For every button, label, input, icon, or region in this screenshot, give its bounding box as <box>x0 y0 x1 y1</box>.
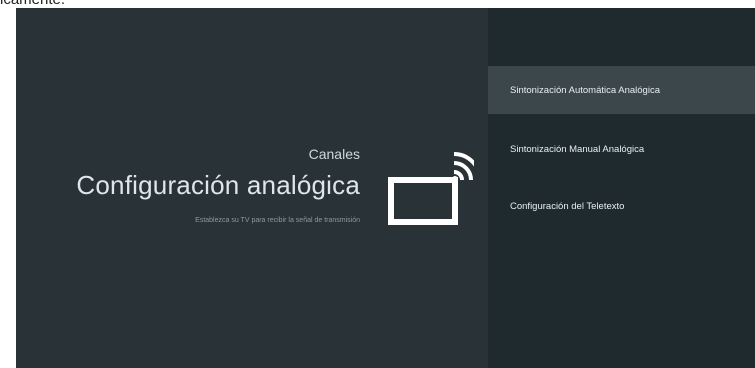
menu-item-manual-analog-tuning[interactable]: Sintonización Manual Analógica <box>488 125 755 173</box>
settings-menu-pane: Sintonización Automática Analógica Sinto… <box>488 8 755 368</box>
menu-item-label: Sintonización Manual Analógica <box>510 143 645 155</box>
menu-item-auto-analog-tuning[interactable]: Sintonización Automática Analógica <box>488 66 755 114</box>
section-label: Canales <box>308 146 360 162</box>
menu-item-teletext-settings[interactable]: Configuración del Teletexto <box>488 182 755 230</box>
tv-settings-screen: Canales Configuración analógica Establez… <box>16 8 755 368</box>
page-subtitle: Establezca su TV para recibir la señal d… <box>195 217 360 224</box>
page-title: Configuración analógica <box>76 170 360 200</box>
menu-item-label: Configuración del Teletexto <box>510 200 625 212</box>
menu-item-label: Sintonización Automática Analógica <box>510 84 660 96</box>
cast-tv-icon <box>384 148 482 243</box>
settings-header-pane: Canales Configuración analógica Establez… <box>16 8 488 368</box>
cropped-caption-text: lcamente. <box>0 0 65 8</box>
